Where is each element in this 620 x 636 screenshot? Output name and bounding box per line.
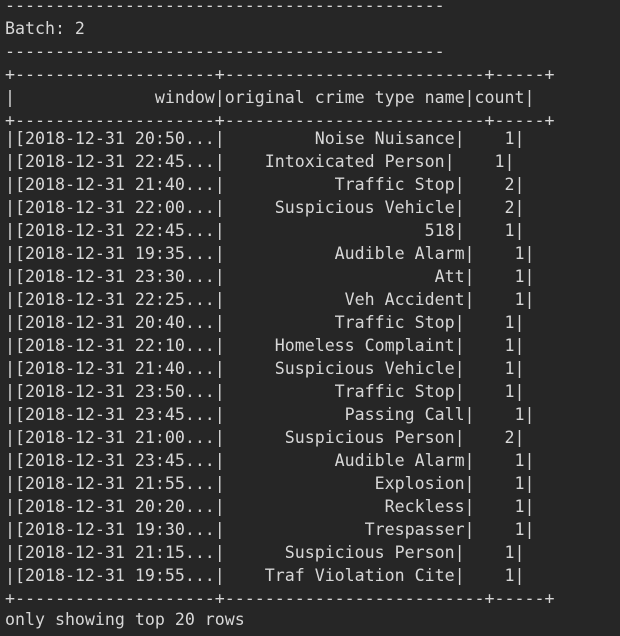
table-row: |[2018-12-31 23:45...| Audible Alarm| 1| [5,451,535,470]
table-row: |[2018-12-31 22:00...| Suspicious Vehicl… [5,198,525,217]
separator-line: ----------------------------------------… [5,0,445,15]
table-row: |[2018-12-31 19:35...| Audible Alarm| 1| [5,244,535,263]
separator-line: ----------------------------------------… [5,42,445,61]
table-row: |[2018-12-31 23:50...| Traffic Stop| 1| [5,382,525,401]
table-header: | window|original crime type name|count| [5,88,535,107]
table-row: |[2018-12-31 19:55...| Traf Violation Ci… [5,566,525,585]
batch-label: Batch: 2 [5,19,85,38]
table-row: |[2018-12-31 22:45...| Intoxicated Perso… [5,152,515,171]
table-row: |[2018-12-31 22:10...| Homeless Complain… [5,336,525,355]
status-text: only showing top 20 rows [5,610,245,629]
table-border: +--------------------+------------------… [5,65,555,84]
table-row: |[2018-12-31 19:30...| Trespasser| 1| [5,520,535,539]
table-row: |[2018-12-31 22:25...| Veh Accident| 1| [5,290,535,309]
table-row: |[2018-12-31 21:15...| Suspicious Person… [5,543,525,562]
table-row: |[2018-12-31 23:30...| Att| 1| [5,267,535,286]
table-row: |[2018-12-31 20:20...| Reckless| 1| [5,497,535,516]
terminal-output: ----------------------------------------… [0,0,620,636]
table-row: |[2018-12-31 21:55...| Explosion| 1| [5,474,535,493]
table-row: |[2018-12-31 21:40...| Suspicious Vehicl… [5,359,525,378]
table-row: |[2018-12-31 21:40...| Traffic Stop| 2| [5,175,525,194]
table-row: |[2018-12-31 20:50...| Noise Nuisance| 1… [5,129,525,148]
table-row: |[2018-12-31 20:40...| Traffic Stop| 1| [5,313,525,332]
table-row: |[2018-12-31 22:45...| 518| 1| [5,221,525,240]
table-row: |[2018-12-31 23:45...| Passing Call| 1| [5,405,535,424]
table-row: |[2018-12-31 21:00...| Suspicious Person… [5,428,525,447]
table-border: +--------------------+------------------… [5,589,555,608]
